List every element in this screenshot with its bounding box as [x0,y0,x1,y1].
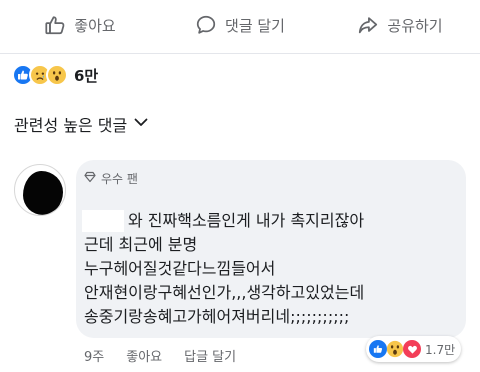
comment-reaction-count: 1.7만 [425,342,456,357]
comment-bubble: 우수 팬 와 진짜핵소름인게 내가 촉지리잖아 근데 최근에 분명 누구헤어질것… [76,160,466,338]
wow-icon [46,64,68,86]
love-icon [403,340,421,358]
comment-line: 근데 최근에 분명 [84,235,198,254]
like-button[interactable]: 좋아요 [0,14,160,36]
comment-button-label: 댓글 달기 [225,16,285,35]
comment-sort-dropdown[interactable]: 관련성 높은 댓글 [14,112,149,136]
comment-timestamp[interactable]: 9주 [84,346,104,365]
comment-line: 와 진짜핵소름인게 내가 촉지리잖아 [128,211,365,230]
comment-line: 누구헤어질것같다느낌들어서 [84,259,276,278]
diamond-icon [84,171,96,186]
share-arrow-icon [357,14,379,36]
top-fan-badge[interactable]: 우수 팬 [84,170,138,187]
comment-sort-label: 관련성 높은 댓글 [14,116,128,135]
reaction-count: 6만 [74,66,99,85]
speech-bubble-icon [195,14,217,36]
comment-line: 안재현이랑구혜선인가,,,생각하고있었는데 [84,283,365,302]
share-button-label: 공유하기 [387,16,443,35]
like-button-label: 좋아요 [74,16,116,35]
reaction-icons [12,64,68,86]
share-button[interactable]: 공유하기 [320,14,480,36]
comment-like-link[interactable]: 좋아요 [126,346,162,365]
action-bar-divider [0,53,480,54]
chevron-down-icon [133,114,149,134]
thumbs-up-icon [44,14,66,36]
commenter-avatar[interactable] [14,164,66,216]
comment-reply-link[interactable]: 답글 달기 [184,346,236,365]
comment-reactions[interactable]: 1.7만 [366,336,462,362]
comment-line: 송중기랑송혜고가헤어져버리네;;;;;;;;;;; [84,307,350,326]
avatar-redaction [23,171,63,215]
comment-meta-row: 9주 좋아요 답글 달기 [84,346,258,365]
post-action-bar: 좋아요 댓글 달기 공유하기 [0,0,480,50]
top-fan-label: 우수 팬 [101,172,138,186]
like-icon [369,340,387,358]
wow-icon [386,340,404,358]
comment-button[interactable]: 댓글 달기 [160,14,320,36]
post-reactions-summary[interactable]: 6만 [12,62,98,88]
commenter-name-redaction [82,210,124,232]
